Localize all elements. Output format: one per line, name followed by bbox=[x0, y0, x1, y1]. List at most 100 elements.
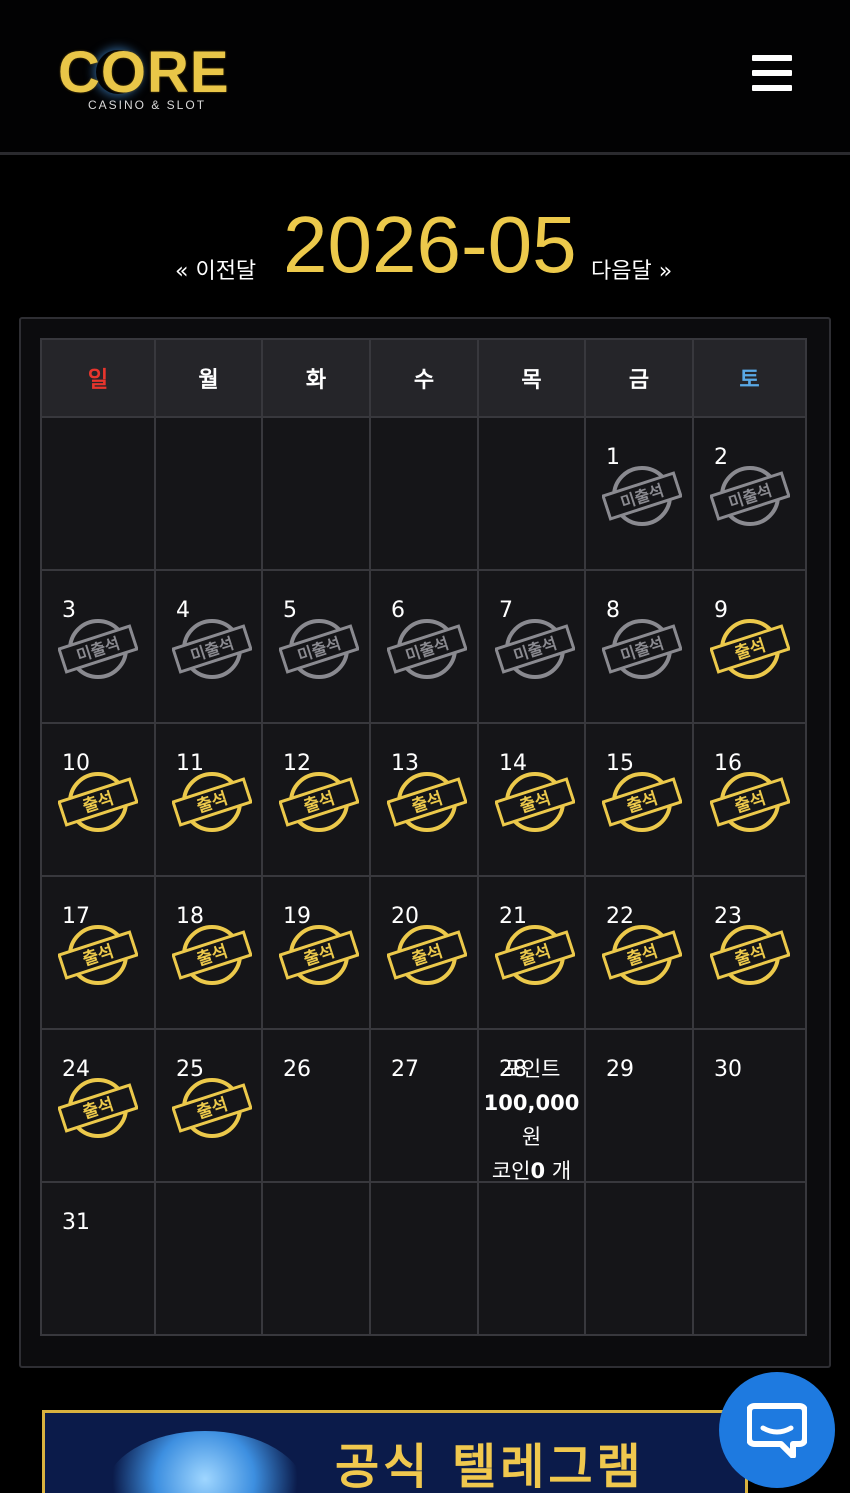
day-number: 26 bbox=[283, 1057, 311, 1082]
missed-stamp-icon: 미출석 bbox=[279, 619, 359, 679]
missed-stamp-icon: 미출석 bbox=[387, 619, 467, 679]
weekday-wed: 수 bbox=[369, 338, 479, 418]
calendar-day-cell: 11 출석 bbox=[154, 722, 263, 877]
attended-stamp-icon: 출석 bbox=[58, 925, 138, 985]
reward-info: 포인트 100,000 원 코인0 개 bbox=[479, 1052, 584, 1188]
calendar-week-row: 3 미출석 4 미출석 5 미출석 6 미출석 7 미출석 8 미출석 9 출석 bbox=[40, 569, 807, 724]
calendar-day-cell: 20 출석 bbox=[369, 875, 479, 1030]
calendar-empty-cell bbox=[477, 416, 586, 571]
calendar-day-cell: 27 bbox=[369, 1028, 479, 1183]
calendar-empty-cell bbox=[261, 1181, 371, 1336]
month-title: 2026-05 bbox=[283, 200, 577, 289]
site-logo[interactable]: CORE CASINO & SLOT bbox=[58, 42, 238, 114]
logo-subtitle: CASINO & SLOT bbox=[88, 98, 207, 112]
calendar-day-cell: 7 미출석 bbox=[477, 569, 586, 724]
attended-stamp-icon: 출석 bbox=[58, 772, 138, 832]
calendar-day-cell: 21 출석 bbox=[477, 875, 586, 1030]
banner-orb-graphic bbox=[105, 1431, 305, 1493]
attended-stamp-icon: 출석 bbox=[710, 772, 790, 832]
calendar-day-cell: 2 미출석 bbox=[692, 416, 807, 571]
missed-stamp-icon: 미출석 bbox=[172, 619, 252, 679]
hamburger-menu-icon[interactable] bbox=[750, 53, 794, 93]
calendar-week-row: 17 출석 18 출석 19 출석 20 출석 21 출석 22 출석 23 출석 bbox=[40, 875, 807, 1030]
calendar-empty-cell bbox=[692, 1181, 807, 1336]
calendar-day-cell: 29 bbox=[584, 1028, 694, 1183]
weekday-sat: 토 bbox=[692, 338, 807, 418]
attended-stamp-icon: 출석 bbox=[495, 772, 575, 832]
calendar-day-cell: 16 출석 bbox=[692, 722, 807, 877]
calendar-empty-cell bbox=[477, 1181, 586, 1336]
telegram-banner[interactable]: 공식 텔레그램 bbox=[42, 1410, 748, 1493]
attended-stamp-icon: 출석 bbox=[279, 925, 359, 985]
reward-coin-label: 코인 bbox=[491, 1159, 531, 1183]
attended-stamp-icon: 출석 bbox=[279, 772, 359, 832]
logo-text: CORE bbox=[58, 40, 230, 105]
missed-stamp-icon: 미출석 bbox=[710, 466, 790, 526]
calendar-day-cell: 17 출석 bbox=[40, 875, 156, 1030]
calendar-day-cell: 31 bbox=[40, 1181, 156, 1336]
calendar-week-row: 10 출석 11 출석 12 출석 13 출석 14 출석 15 출석 16 출석 bbox=[40, 722, 807, 877]
calendar-empty-cell bbox=[261, 416, 371, 571]
attended-stamp-icon: 출석 bbox=[710, 619, 790, 679]
calendar-day-cell: 포인트 100,000 원 코인0 개 28 bbox=[477, 1028, 586, 1183]
weekday-mon: 월 bbox=[154, 338, 263, 418]
attended-stamp-icon: 출석 bbox=[710, 925, 790, 985]
calendar-day-cell: 26 bbox=[261, 1028, 371, 1183]
missed-stamp-icon: 미출석 bbox=[602, 619, 682, 679]
reward-coin-value: 0 bbox=[530, 1159, 546, 1183]
missed-stamp-icon: 미출석 bbox=[495, 619, 575, 679]
day-number: 31 bbox=[62, 1210, 90, 1235]
month-navigation: « 이전달 2026-05 다음달 » bbox=[0, 195, 850, 295]
calendar-day-cell: 1 미출석 bbox=[584, 416, 694, 571]
weekday-tue: 화 bbox=[261, 338, 371, 418]
calendar-day-cell: 18 출석 bbox=[154, 875, 263, 1030]
calendar-empty-cell bbox=[154, 416, 263, 571]
reward-points-value: 100,000 bbox=[483, 1091, 580, 1115]
calendar-day-cell: 8 미출석 bbox=[584, 569, 694, 724]
calendar-day-cell: 22 출석 bbox=[584, 875, 694, 1030]
calendar-day-cell: 3 미출석 bbox=[40, 569, 156, 724]
reward-points-unit: 원 bbox=[521, 1125, 542, 1149]
calendar-day-cell: 12 출석 bbox=[261, 722, 371, 877]
weekday-header-row: 일 월 화 수 목 금 토 bbox=[40, 338, 807, 418]
calendar-week-row: 24 출석 25 출석 26 27 포인트 100,000 원 코인0 개 28 29 30 bbox=[40, 1028, 807, 1183]
calendar-day-cell: 23 출석 bbox=[692, 875, 807, 1030]
calendar-day-cell: 14 출석 bbox=[477, 722, 586, 877]
attendance-calendar: 일 월 화 수 목 금 토 1 미출석 2 미출석 3 미출석 4 미출석 5 미출석 6 미출석 7 미… bbox=[40, 338, 807, 1336]
attended-stamp-icon: 출석 bbox=[602, 772, 682, 832]
day-number: 29 bbox=[606, 1057, 634, 1082]
calendar-week-row: 31 bbox=[40, 1181, 807, 1336]
day-number: 30 bbox=[714, 1057, 742, 1082]
attended-stamp-icon: 출석 bbox=[387, 925, 467, 985]
attended-stamp-icon: 출석 bbox=[172, 1078, 252, 1138]
site-header: CORE CASINO & SLOT bbox=[0, 0, 850, 155]
banner-text: 공식 텔레그램 bbox=[335, 1439, 645, 1493]
chat-bubble-icon bbox=[747, 1403, 807, 1458]
calendar-empty-cell bbox=[40, 416, 156, 571]
chat-button[interactable] bbox=[719, 1372, 835, 1488]
calendar-empty-cell bbox=[154, 1181, 263, 1336]
calendar-day-cell: 13 출석 bbox=[369, 722, 479, 877]
reward-coin-unit: 개 bbox=[551, 1159, 572, 1183]
calendar-week-row: 1 미출석 2 미출석 bbox=[40, 416, 807, 571]
calendar-day-cell: 19 출석 bbox=[261, 875, 371, 1030]
calendar-day-cell: 30 bbox=[692, 1028, 807, 1183]
calendar-day-cell: 10 출석 bbox=[40, 722, 156, 877]
attended-stamp-icon: 출석 bbox=[495, 925, 575, 985]
calendar-empty-cell bbox=[369, 416, 479, 571]
day-number: 28 bbox=[499, 1057, 527, 1082]
calendar-day-cell: 9 출석 bbox=[692, 569, 807, 724]
missed-stamp-icon: 미출석 bbox=[602, 466, 682, 526]
weekday-fri: 금 bbox=[584, 338, 694, 418]
attended-stamp-icon: 출석 bbox=[602, 925, 682, 985]
next-month-link[interactable]: 다음달 » bbox=[591, 253, 672, 285]
calendar-day-cell: 4 미출석 bbox=[154, 569, 263, 724]
calendar-empty-cell bbox=[369, 1181, 479, 1336]
calendar-day-cell: 5 미출석 bbox=[261, 569, 371, 724]
weekday-sun: 일 bbox=[40, 338, 156, 418]
attended-stamp-icon: 출석 bbox=[387, 772, 467, 832]
day-number: 27 bbox=[391, 1057, 419, 1082]
calendar-day-cell: 25 출석 bbox=[154, 1028, 263, 1183]
missed-stamp-icon: 미출석 bbox=[58, 619, 138, 679]
prev-month-link[interactable]: « 이전달 bbox=[175, 253, 256, 285]
